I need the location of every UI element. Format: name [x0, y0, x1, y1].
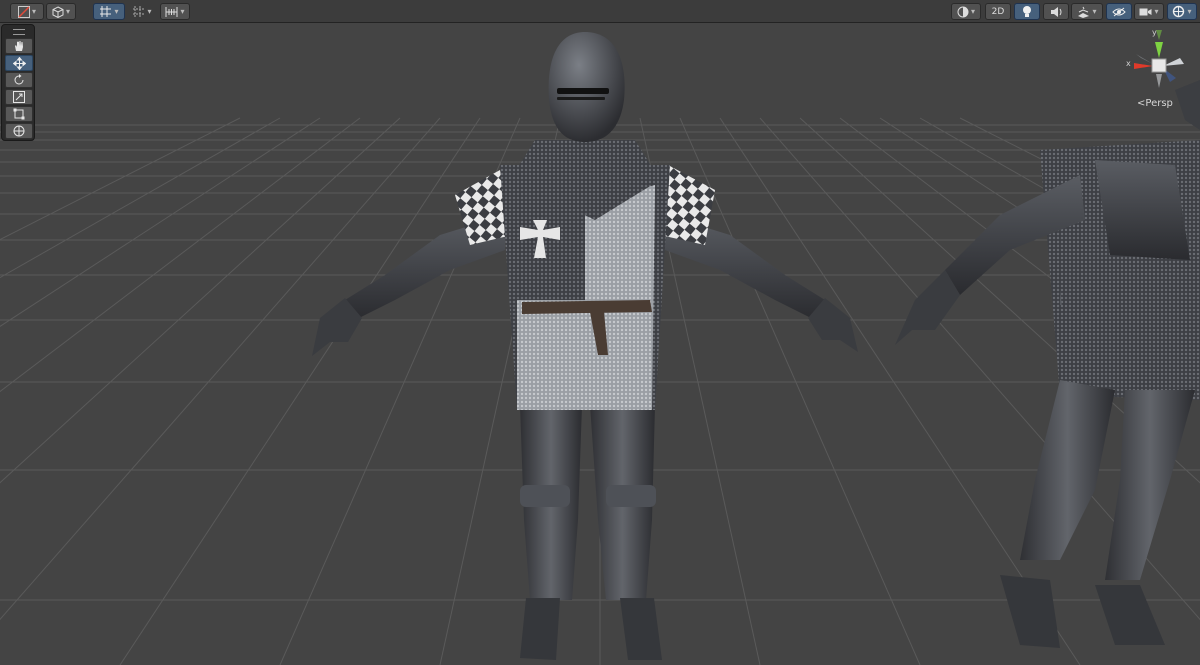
2d-mode-button[interactable]: 2D [985, 3, 1011, 20]
chevron-down-icon: ▾ [114, 6, 119, 16]
knight-model-secondary [895, 80, 1200, 648]
transform-icon [13, 125, 25, 137]
gizmo-axis-x-label: x [1126, 59, 1131, 68]
shading-mode-icon [957, 6, 969, 17]
chevron-down-icon: ▾ [147, 6, 152, 16]
gizmos-icon [1173, 5, 1185, 18]
camera-icon [1139, 8, 1152, 15]
scene-viewport[interactable]: ▾ ▾ ▾ ▾ ▾ ▾ 2D ▾ ▾ ▾ y x <Persp [0, 0, 1200, 665]
view-tool-button[interactable] [5, 38, 33, 54]
transform-tool-button[interactable] [5, 123, 33, 139]
tools-overlay [1, 24, 35, 141]
chevron-down-icon: ▾ [1092, 6, 1097, 16]
draw-mode-icon [17, 5, 30, 18]
scale-tool-button[interactable] [5, 89, 33, 105]
render-mode-button[interactable]: ▾ [46, 3, 76, 20]
hidden-objects-eye-icon [1112, 7, 1126, 16]
scale-icon [13, 91, 25, 103]
chevron-down-icon: ▾ [1154, 6, 1159, 16]
chevron-down-icon: ▾ [970, 6, 975, 16]
audio-toggle-button[interactable] [1043, 3, 1069, 20]
hidden-objects-toggle-button[interactable] [1106, 3, 1132, 20]
chevron-down-icon: ▾ [180, 6, 185, 16]
grid-snap-button[interactable]: ▾ [93, 3, 125, 20]
effects-button[interactable]: ▾ [1071, 3, 1103, 20]
2d-mode-label: 2D [991, 6, 1005, 17]
chevron-down-icon: ▾ [65, 6, 70, 16]
chevron-down-icon: ▾ [1187, 6, 1192, 16]
scene-view-toolbar: ▾ ▾ ▾ ▾ ▾ ▾ 2D ▾ ▾ ▾ [0, 0, 1200, 23]
lighting-bulb-icon [1023, 6, 1031, 17]
gizmos-button[interactable]: ▾ [1167, 3, 1197, 20]
knight-model-main [312, 32, 858, 660]
rect-tool-button[interactable] [5, 106, 33, 122]
move-tool-button[interactable] [5, 55, 33, 71]
rect-transform-icon [13, 108, 25, 120]
chevron-down-icon: ▾ [31, 6, 36, 16]
render-cube-icon [52, 5, 64, 18]
effects-icon [1078, 6, 1090, 18]
camera-settings-button[interactable]: ▾ [1134, 3, 1164, 20]
move-arrows-icon [12, 56, 26, 70]
draw-mode-button[interactable]: ▾ [10, 3, 44, 20]
scene-canvas[interactable] [0, 0, 1200, 665]
rotate-tool-button[interactable] [5, 72, 33, 88]
grid-snap-icon [100, 6, 112, 17]
increment-snap-button[interactable]: ▾ [128, 3, 156, 20]
increment-snap-icon [133, 6, 145, 17]
grid-visibility-button[interactable]: ▾ [160, 3, 190, 20]
tools-overlay-grip[interactable] [13, 29, 25, 35]
lighting-toggle-button[interactable] [1014, 3, 1040, 20]
grid-ruler-icon [165, 6, 178, 17]
audio-icon [1050, 6, 1061, 17]
gizmo-axis-y-label: y [1152, 28, 1157, 37]
projection-label: Persp [1145, 98, 1173, 109]
shading-mode-button[interactable]: ▾ [951, 3, 981, 20]
rotate-icon [14, 74, 24, 85]
hand-icon [15, 41, 23, 51]
projection-toggle[interactable]: <Persp [1137, 98, 1173, 109]
